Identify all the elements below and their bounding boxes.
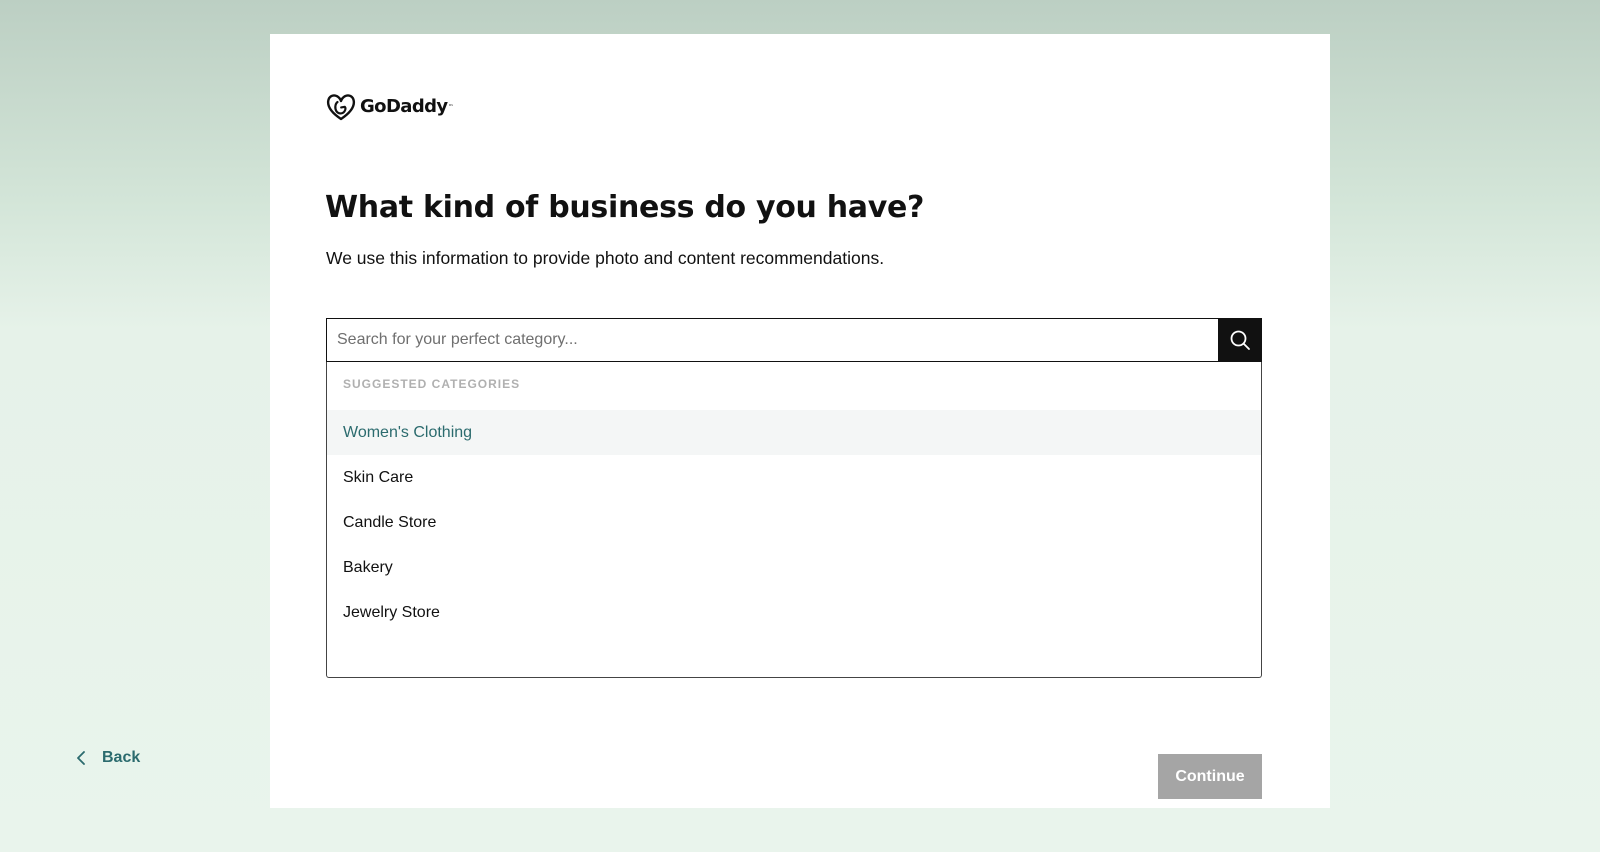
suggestion-skin-care[interactable]: Skin Care [327,455,1261,500]
suggestion-jewelry-store[interactable]: Jewelry Store [327,590,1261,635]
godaddy-heart-icon [326,94,356,121]
suggested-categories-label: SUGGESTED CATEGORIES [343,377,521,391]
continue-button[interactable]: Continue [1158,754,1262,799]
suggestion-candle-store[interactable]: Candle Store [327,500,1261,545]
logo-trademark: ™ [448,104,454,110]
suggestions-dropdown: SUGGESTED CATEGORIES Women's Clothing Sk… [326,362,1262,678]
search-icon [1230,330,1250,350]
onboarding-card: GoDaddy™ What kind of business do you ha… [270,34,1330,808]
page-subtitle: We use this information to provide photo… [326,248,885,268]
suggestion-list: Women's Clothing Skin Care Candle Store … [327,410,1261,635]
godaddy-logo: GoDaddy™ [326,92,454,122]
category-search [326,318,1262,362]
suggestion-bakery[interactable]: Bakery [327,545,1261,590]
category-search-input[interactable] [326,318,1218,362]
suggestion-womens-clothing[interactable]: Women's Clothing [327,410,1261,455]
back-label: Back [102,749,141,766]
chevron-left-icon [77,751,85,765]
search-button[interactable] [1218,318,1262,362]
back-button[interactable]: Back [76,742,140,774]
page-title: What kind of business do you have? [325,190,925,225]
logo-wordmark: GoDaddy™ [360,96,454,117]
